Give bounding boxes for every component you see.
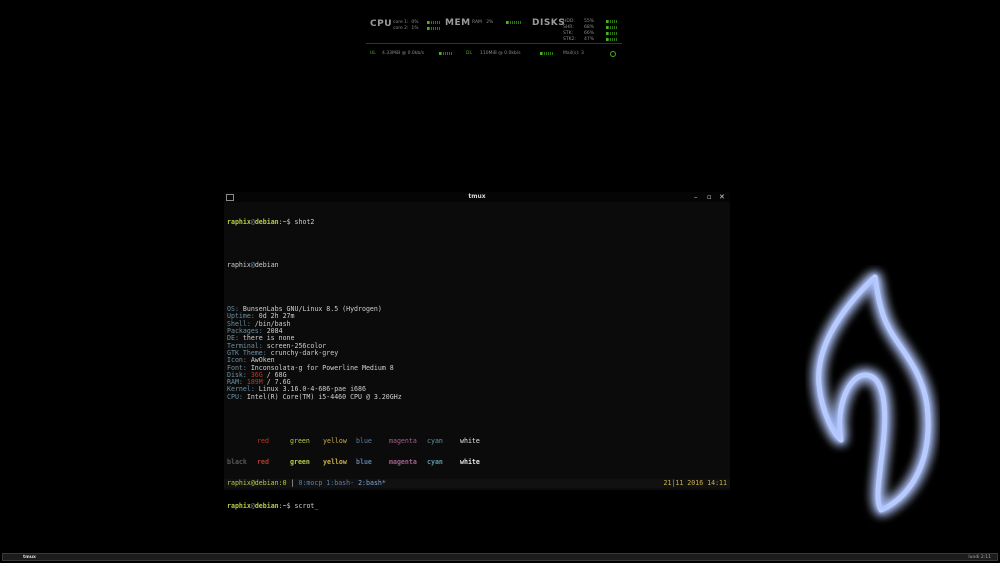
- palette-color-magenta: magenta: [389, 458, 417, 467]
- upload-value: 4.33MiB @ 0.0kb/s: [382, 51, 425, 56]
- window-titlebar[interactable]: tmux – ▫ ✕: [224, 192, 730, 202]
- disk-values: 55% 68% 66% 47%: [584, 19, 595, 42]
- title-user: raphix: [227, 261, 251, 270]
- palette-color-blue: blue: [356, 436, 372, 445]
- tmux-window-2[interactable]: 2:bash*: [358, 479, 386, 487]
- panel-clock: lundi 2:11: [968, 555, 991, 560]
- sysinfo-line: Packages: 2084: [227, 327, 727, 335]
- prompt-host: debian: [254, 217, 279, 226]
- prompt-user: raphix: [227, 217, 251, 226]
- cursor: _: [314, 502, 319, 511]
- cpu-core2-bar: [427, 27, 441, 30]
- palette-color-red: red: [257, 458, 269, 467]
- prompt-user: raphix: [227, 502, 251, 511]
- title-host: debian: [254, 261, 279, 270]
- palette-color-white: white: [460, 436, 480, 445]
- bottom-panel: tmux lundi 2:11: [2, 553, 998, 561]
- sysinfo-line: Shell: /bin/bash: [227, 320, 727, 328]
- palette-color-white: white: [460, 458, 480, 467]
- tmux-window-0[interactable]: 0:mocp: [298, 479, 322, 487]
- cpu-label: CPU: [370, 19, 393, 29]
- conky-divider: [366, 43, 622, 44]
- sysinfo-line: Font: Inconsolata-g for Powerline Medium…: [227, 364, 727, 372]
- prompt-line-2: raphix@debian:~$ scrot_: [227, 503, 727, 510]
- taskbar-item-tmux[interactable]: tmux: [23, 555, 36, 560]
- disk-stk2-bar: [606, 38, 618, 41]
- mail-status-icon: [610, 51, 616, 57]
- minimize-button[interactable]: –: [694, 193, 698, 201]
- palette-color-cyan: cyan: [427, 436, 443, 445]
- command-1: shot2: [294, 217, 315, 226]
- disk-hdd-bar: [606, 20, 618, 23]
- download-label: DL: [466, 51, 472, 56]
- sysinfo-title: raphix@debian: [227, 262, 727, 269]
- mem-label: MEM: [445, 18, 471, 28]
- upload-label: UL: [370, 51, 376, 56]
- palette-color-yellow: yellow: [323, 458, 347, 467]
- disks-label: DISKS: [532, 18, 566, 28]
- bunsenlabs-flame-logo: [812, 271, 935, 516]
- mail-count: Mail(s): 3: [563, 51, 584, 56]
- prompt-host: debian: [254, 502, 279, 511]
- command-2: scrot: [294, 502, 315, 511]
- palette-color-green: green: [290, 458, 310, 467]
- palette-color-blue: blue: [356, 458, 372, 467]
- color-palette-row-1: red green yellow blue magenta cyan white: [227, 436, 727, 445]
- cpu-core1-bar: [427, 21, 441, 24]
- sysinfo-line: GTK Theme: crunchy-dark-grey: [227, 348, 727, 357]
- terminal-window[interactable]: tmux – ▫ ✕ raphix@debian:~$ shot2 raphix…: [224, 192, 730, 510]
- tmux-separator: |: [286, 479, 299, 487]
- close-button[interactable]: ✕: [719, 193, 725, 201]
- conky-system-monitor: CPU core 1: 0% core 2: 1% MEM RAM 2% DIS…: [366, 14, 622, 62]
- palette-color-green: green: [290, 436, 310, 445]
- sysinfo-line: Uptime: 0d 2h 27m: [227, 313, 727, 320]
- window-title: tmux: [468, 193, 486, 200]
- sysinfo-value: Intel(R) Core(TM) i5-4460 CPU @ 3.20GHz: [242, 392, 402, 401]
- prompt-line-1: raphix@debian:~$ shot2: [227, 217, 727, 226]
- cpu-cores-text: core 1: 0% core 2: 1%: [393, 20, 419, 31]
- palette-color-black: black: [227, 458, 247, 467]
- tmux-clock: 21|11 2016 14:11: [663, 479, 727, 487]
- palette-color-red: red: [257, 436, 269, 445]
- mem-bar: [506, 21, 521, 24]
- sysinfo-line: OS: BunsenLabs GNU/Linux 8.5 (Hydrogen): [227, 306, 727, 313]
- palette-color-magenta: magenta: [389, 436, 417, 445]
- disk-stk-bar: [606, 32, 618, 35]
- disk-shr-bar: [606, 26, 618, 29]
- palette-color-cyan: cyan: [427, 458, 443, 467]
- terminal-content[interactable]: raphix@debian:~$ shot2 raphix@debian OS:…: [227, 204, 727, 525]
- mem-ram-text: RAM 2%: [472, 20, 494, 25]
- tmux-status-bar: raphix@debian:0 | 0:mocp 1:bash- 2:bash*…: [224, 479, 730, 488]
- prompt-tail: :~$: [278, 502, 295, 511]
- sysinfo-line: Disk: 36G / 68G: [227, 371, 727, 379]
- palette-color-yellow: yellow: [323, 436, 347, 445]
- download-value: 110MiB @ 0.0kb/s: [480, 51, 521, 56]
- prompt-tail: :~$: [278, 217, 295, 226]
- sysinfo-list: OS: BunsenLabs GNU/Linux 8.5 (Hydrogen) U…: [227, 306, 727, 401]
- sysinfo-key: CPU:: [227, 392, 243, 401]
- tmux-session: raphix@debian:0: [227, 479, 287, 487]
- sysinfo-line: CPU: Intel(R) Core(TM) i5-4460 CPU @ 3.2…: [227, 392, 727, 401]
- sysinfo-value: crunchy-dark-grey: [266, 348, 339, 357]
- tmux-window-1[interactable]: 1:bash-: [326, 479, 354, 487]
- download-bar: [540, 52, 554, 55]
- color-palette-row-2: black red green yellow blue magenta cyan white: [227, 458, 727, 467]
- upload-bar: [439, 52, 453, 55]
- maximize-button[interactable]: ▫: [707, 193, 712, 201]
- disk-names: HDD: SHR: STK: STK2:: [563, 19, 576, 42]
